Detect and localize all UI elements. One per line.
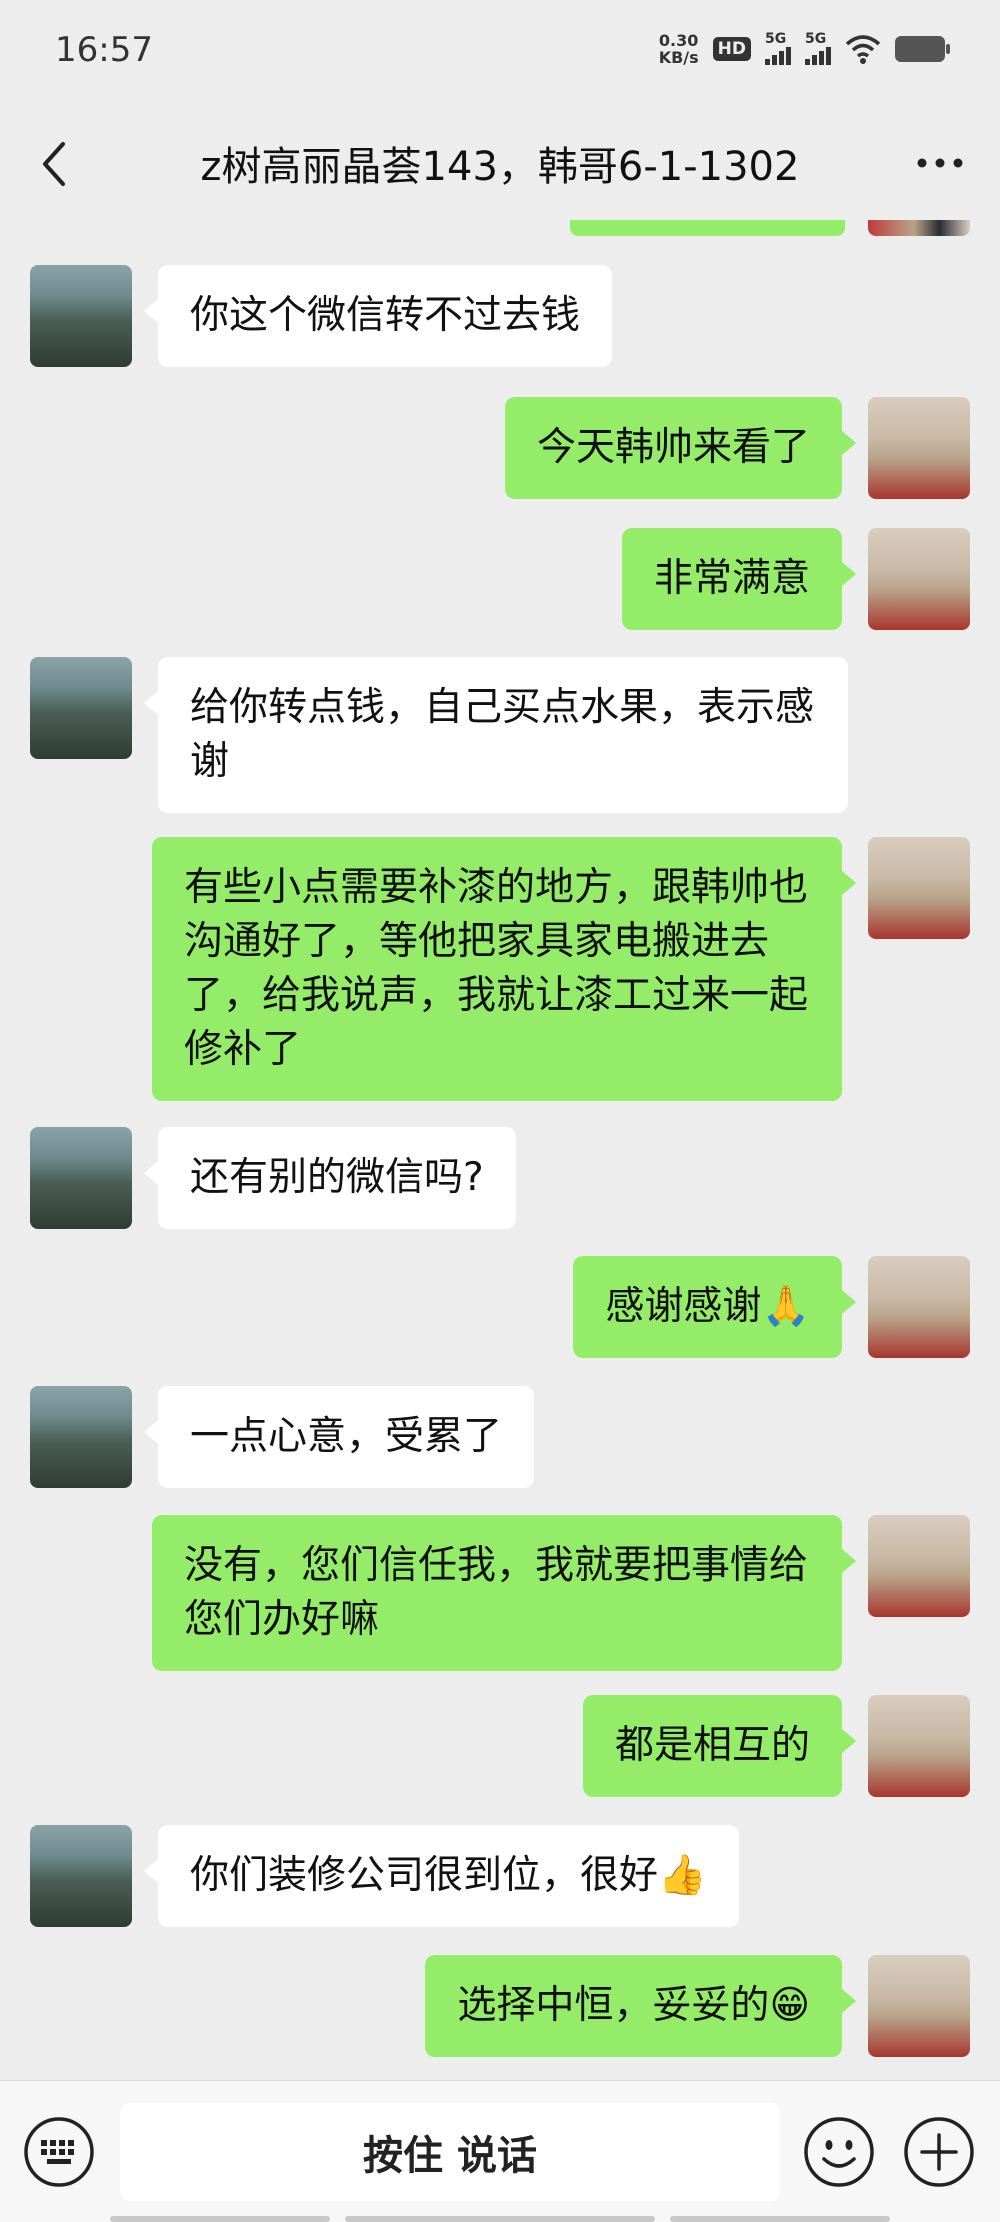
message-text: 选择中恒，妥妥的 [457,1983,770,2028]
message-bubble-incoming[interactable]: 你这个微信转不过去钱 [143,265,613,367]
message-list[interactable]: 你这个微信转不过去钱 今天韩帅来看了 非常满意 给你转点钱，自己买点水果，表示感… [0,220,1000,2080]
my-avatar[interactable] [868,397,970,499]
message-text: 你们装修公司很到位，很好 [190,1853,659,1898]
message-bubble-outgoing[interactable]: 没有，您们信任我，我就要把事情给您们办好嘛 [152,1515,856,1671]
pray-hands-icon: 🙏 [761,1284,810,1329]
plus-icon[interactable] [902,2115,976,2189]
battery-icon [895,36,950,62]
signal-icon-sim1: 5G [765,31,791,65]
message-bubble-outgoing[interactable]: 都是相互的 [582,1695,857,1797]
my-avatar[interactable] [868,1515,970,1617]
message-bubble-incoming[interactable]: 还有别的微信吗? [144,1127,516,1229]
my-avatar[interactable] [868,1695,970,1797]
contact-avatar[interactable] [30,1127,132,1229]
hold-to-talk-button[interactable]: 按住 说话 [120,2103,780,2201]
contact-avatar[interactable] [30,265,132,367]
thumbs-up-icon: 👍 [658,1853,707,1898]
status-time: 16:57 [55,30,153,70]
grin-emoji-icon: 😁 [769,1983,810,2028]
signal-label: 5G [765,31,787,47]
network-speed-value: 0.30 [658,31,699,50]
emoji-icon[interactable] [802,2115,876,2189]
chat-header: z树高丽晶荟143，韩哥6-1-1302 [0,110,1000,220]
wifi-icon [845,35,881,64]
my-avatar[interactable] [868,1955,970,2057]
status-bar: 16:57 0.30 KB/s HD 5G 5G [0,0,1000,110]
input-bar: 按住 说话 [0,2080,1000,2222]
my-avatar[interactable] [868,528,970,630]
hd-voice-icon: HD [712,37,751,61]
contact-avatar[interactable] [30,657,132,759]
message-text: 感谢感谢 [605,1284,762,1329]
message-bubble-outgoing[interactable]: 非常满意 [621,528,857,630]
more-icon[interactable] [915,154,965,172]
my-avatar[interactable] [868,1256,970,1358]
network-speed-unit: KB/s [658,48,699,67]
my-avatar[interactable] [868,837,970,939]
message-bubble-incoming[interactable]: 一点心意，受累了 [143,1386,535,1488]
network-speed: 0.30 KB/s [659,32,699,66]
signal-label: 5G [805,31,827,47]
voice-keyboard-icon[interactable] [22,2115,96,2189]
message-bubble-incoming[interactable]: 你们装修公司很到位，很好👍 [144,1825,739,1927]
contact-avatar[interactable] [30,1386,132,1488]
message-bubble-outgoing[interactable]: 感谢感谢🙏 [573,1256,856,1358]
message-bubble-outgoing[interactable]: 今天韩帅来看了 [504,397,857,499]
message-bubble-incoming[interactable]: 给你转点钱，自己买点水果，表示感谢 [144,657,848,813]
navigation-bar [0,2214,1000,2222]
message-bubble-outgoing[interactable]: 有些小点需要补漆的地方，跟韩帅也沟通好了，等他把家具家电搬进去了，给我说声，我就… [152,837,856,1101]
message-bubble-partial[interactable] [570,220,845,236]
status-icons: 0.30 KB/s HD 5G 5G [659,31,950,66]
chat-title: z树高丽晶荟143，韩哥6-1-1302 [200,144,800,190]
signal-icon-sim2: 5G [805,31,831,65]
contact-avatar[interactable] [30,1825,132,1927]
avatar-partial[interactable] [868,220,970,236]
message-bubble-outgoing[interactable]: 选择中恒，妥妥的😁 [425,1955,856,2057]
